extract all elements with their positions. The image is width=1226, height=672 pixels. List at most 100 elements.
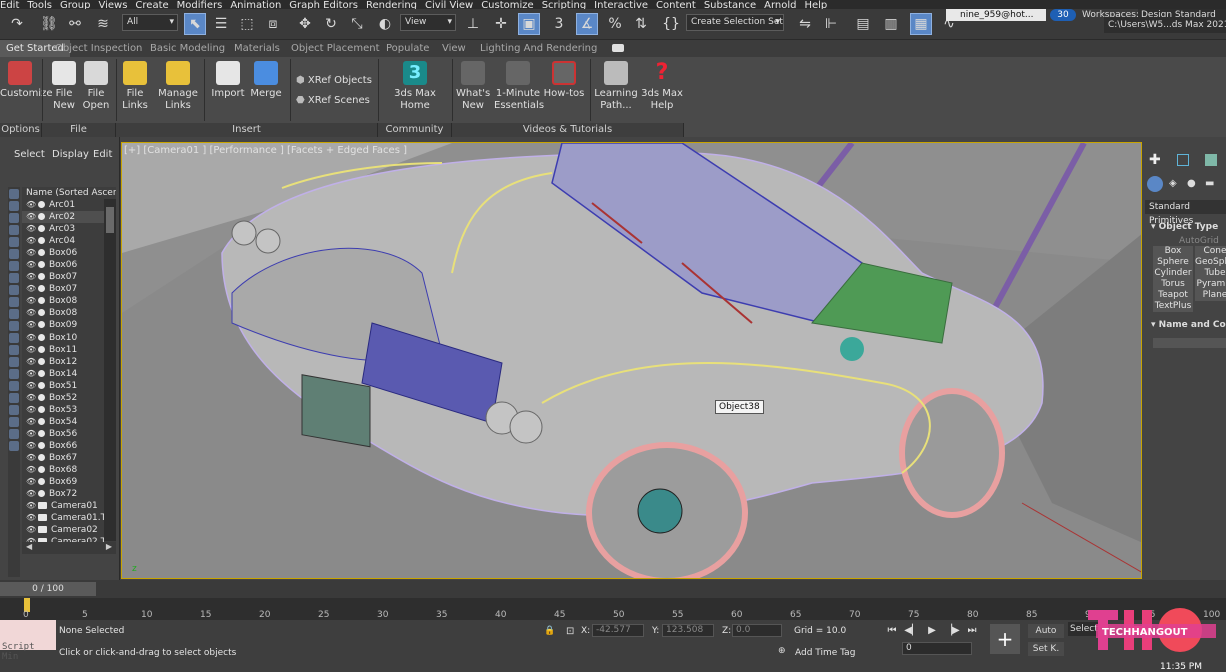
edit-named-selection-icon[interactable]: {}: [660, 13, 682, 35]
scroll-left-icon[interactable]: ◀: [26, 542, 32, 551]
explorer-row[interactable]: 👁 Box08: [22, 307, 116, 319]
cylinder-button[interactable]: Cylinder: [1153, 268, 1193, 279]
geometry-category-icon[interactable]: [1147, 176, 1163, 192]
visibility-eye-icon[interactable]: 👁: [26, 512, 36, 524]
autogrid-checkbox[interactable]: AutoGrid: [1179, 236, 1219, 246]
group-videos-tutorials[interactable]: Videos & Tutorials: [452, 123, 684, 137]
bind-spacewarp-icon[interactable]: ≋: [92, 13, 114, 35]
explorer-row[interactable]: 👁 Box67: [22, 452, 116, 464]
visibility-eye-icon[interactable]: 👁: [26, 404, 36, 416]
rollout-object-type[interactable]: ▾ Object Type: [1151, 222, 1218, 232]
explorer-vertical-scrollbar[interactable]: [104, 199, 116, 541]
named-selection-set-dropdown[interactable]: Create Selection Set: [686, 14, 784, 31]
visibility-eye-icon[interactable]: 👁: [26, 500, 36, 512]
file-new-button[interactable]: File New: [48, 61, 80, 112]
menu-tools[interactable]: Tools: [27, 1, 52, 10]
rectangle-selection-icon[interactable]: ⬚: [236, 13, 258, 35]
reference-coordinate-dropdown[interactable]: View: [400, 14, 456, 31]
xref-objects-button[interactable]: ⬢ XRef Objects: [296, 75, 372, 86]
rotate-icon[interactable]: ↻: [320, 13, 342, 35]
explorer-filter-icon[interactable]: [9, 213, 19, 223]
visibility-eye-icon[interactable]: 👁: [26, 307, 36, 319]
trial-days-badge[interactable]: 30: [1050, 9, 1076, 21]
explorer-row[interactable]: 👁 Box11: [22, 344, 116, 356]
menu-substance[interactable]: Substance: [704, 1, 756, 10]
explorer-filter-icon[interactable]: [9, 357, 19, 367]
time-slider-thumb[interactable]: 0 / 100: [0, 582, 96, 596]
learning-path-button[interactable]: Learning Path...: [594, 61, 638, 112]
explorer-filter-icon[interactable]: [9, 249, 19, 259]
file-open-button[interactable]: File Open: [80, 61, 112, 112]
next-frame-icon[interactable]: ▕▶: [944, 624, 960, 638]
explorer-column-header[interactable]: Name (Sorted Ascendi...: [22, 187, 116, 199]
explorer-row[interactable]: 👁 Box12: [22, 356, 116, 368]
menu-views[interactable]: Views: [98, 1, 127, 10]
box-button[interactable]: Box: [1153, 246, 1193, 257]
explorer-filter-icon[interactable]: [9, 261, 19, 271]
geosphere-button[interactable]: GeoSphere: [1195, 257, 1226, 268]
torus-button[interactable]: Torus: [1153, 279, 1193, 290]
explorer-menu-display[interactable]: Display: [52, 149, 89, 160]
visibility-eye-icon[interactable]: 👁: [26, 223, 36, 235]
align-icon[interactable]: ⊩: [820, 13, 842, 35]
cameras-category-icon[interactable]: ▬: [1205, 178, 1214, 189]
toggle-ribbon-icon[interactable]: ▦: [910, 13, 932, 35]
redo-icon[interactable]: ↷: [6, 13, 28, 35]
cone-button[interactable]: Cone: [1195, 246, 1226, 257]
explorer-filter-icon[interactable]: [9, 201, 19, 211]
scroll-right-icon[interactable]: ▶: [106, 542, 112, 551]
scrollbar-thumb[interactable]: [106, 207, 114, 233]
time-tag-icon[interactable]: ⊕: [778, 646, 786, 656]
explorer-filter-icon[interactable]: [9, 297, 19, 307]
group-community[interactable]: Community: [378, 123, 452, 137]
explorer-row[interactable]: 👁 Camera01.T: [22, 512, 116, 524]
menu-scripting[interactable]: Scripting: [542, 1, 586, 10]
tab-populate[interactable]: Populate: [386, 40, 429, 57]
visibility-eye-icon[interactable]: 👁: [26, 380, 36, 392]
toggle-layer-explorer-icon[interactable]: ▥: [880, 13, 902, 35]
explorer-filter-icon[interactable]: [9, 441, 19, 451]
visibility-eye-icon[interactable]: 👁: [26, 452, 36, 464]
how-tos-button[interactable]: How-tos: [542, 61, 586, 100]
ribbon-options-icon[interactable]: [612, 44, 624, 52]
tab-lighting-and-rendering[interactable]: Lighting And Rendering: [480, 40, 597, 57]
add-time-tag[interactable]: Add Time Tag: [795, 648, 855, 658]
tab-view[interactable]: View: [442, 40, 466, 57]
select-object-icon[interactable]: ⬉: [184, 13, 206, 35]
visibility-eye-icon[interactable]: 👁: [26, 283, 36, 295]
viewport-label[interactable]: [+] [Camera01 ] [Performance ] [Facets +…: [124, 145, 407, 156]
explorer-row[interactable]: 👁 Camera01: [22, 500, 116, 512]
menu-customize[interactable]: Customize: [481, 1, 534, 10]
3dsmax-help-button[interactable]: ? 3ds Max Help: [640, 61, 684, 112]
tab-basic-modeling[interactable]: Basic Modeling: [150, 40, 225, 57]
menu-help[interactable]: Help: [804, 1, 827, 10]
move-icon[interactable]: ✥: [294, 13, 316, 35]
menu-rendering[interactable]: Rendering: [366, 1, 417, 10]
visibility-eye-icon[interactable]: 👁: [26, 464, 36, 476]
visibility-eye-icon[interactable]: 👁: [26, 440, 36, 452]
explorer-menu-select[interactable]: Select: [14, 149, 45, 160]
explorer-row[interactable]: 👁 Box54: [22, 416, 116, 428]
project-folder-path[interactable]: C:\Users\W5...ds Max 2021: [1104, 17, 1226, 33]
explorer-row[interactable]: 👁 Box52: [22, 392, 116, 404]
teapot-button[interactable]: Teapot: [1153, 290, 1193, 301]
visibility-eye-icon[interactable]: 👁: [26, 344, 36, 356]
explorer-row[interactable]: 👁 Arc03: [22, 223, 116, 235]
menu-modifiers[interactable]: Modifiers: [177, 1, 223, 10]
explorer-filter-icon[interactable]: [9, 393, 19, 403]
explorer-filter-icon[interactable]: [9, 225, 19, 235]
explorer-row[interactable]: 👁 Box09: [22, 319, 116, 331]
visibility-eye-icon[interactable]: 👁: [26, 319, 36, 331]
spinner-snap-icon[interactable]: ⇅: [630, 13, 652, 35]
explorer-filter-icon[interactable]: [9, 381, 19, 391]
camera-viewport[interactable]: z [+] [Camera01 ] [Performance ] [Facets…: [121, 142, 1142, 579]
one-minute-essentials-button[interactable]: 1-Minute Essentials: [494, 61, 544, 112]
shapes-category-icon[interactable]: ◈: [1169, 178, 1177, 189]
explorer-row[interactable]: 👁 Camera02: [22, 524, 116, 536]
explorer-filter-icon[interactable]: [9, 285, 19, 295]
visibility-eye-icon[interactable]: 👁: [26, 356, 36, 368]
user-account-button[interactable]: nine_959@hot...: [946, 9, 1046, 21]
explorer-row[interactable]: 👁 Box07: [22, 271, 116, 283]
visibility-eye-icon[interactable]: 👁: [26, 368, 36, 380]
explorer-row[interactable]: 👁 Box72: [22, 488, 116, 500]
